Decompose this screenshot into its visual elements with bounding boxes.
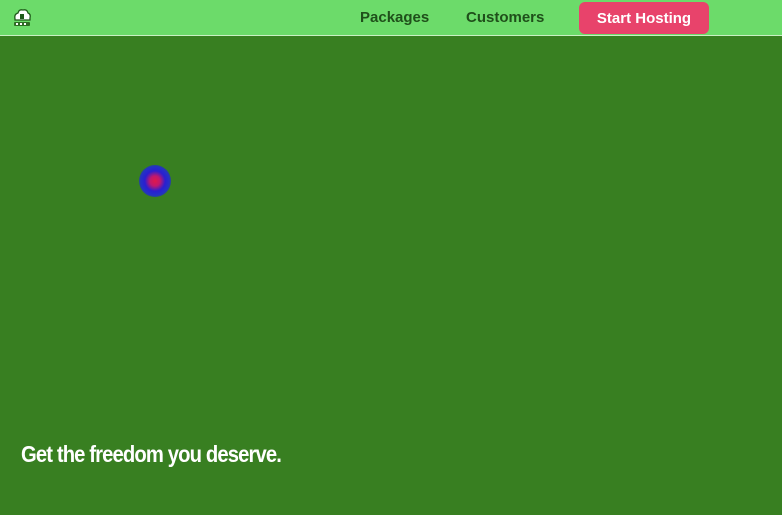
nav-link-packages[interactable]: Packages bbox=[360, 9, 429, 26]
start-hosting-button[interactable]: Start Hosting bbox=[579, 2, 709, 34]
hero-tagline: Get the freedom you deserve. bbox=[21, 441, 282, 467]
nav-link-customers[interactable]: Customers bbox=[466, 9, 544, 26]
cloud-house-logo-icon[interactable] bbox=[11, 6, 33, 28]
top-navigation-bar: Packages Customers Start Hosting bbox=[0, 0, 782, 36]
glowing-orb-decoration bbox=[139, 165, 171, 197]
